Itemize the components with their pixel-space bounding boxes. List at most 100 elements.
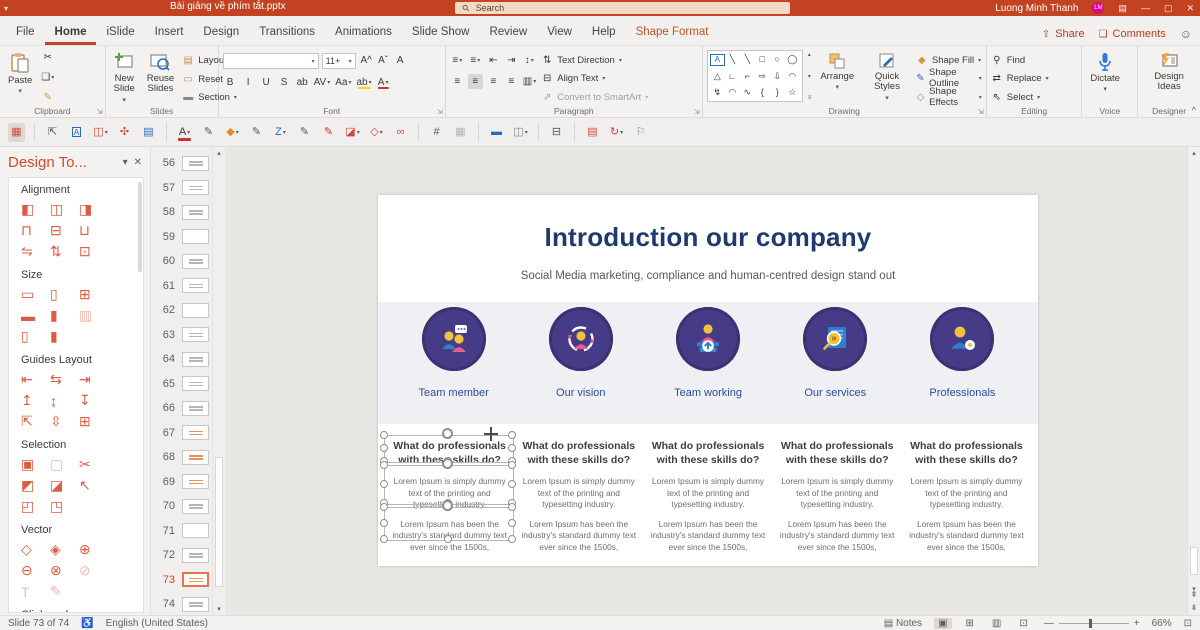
shape-icon[interactable]: A (710, 54, 725, 66)
scroll-up-icon[interactable]: ▴ (1188, 149, 1200, 157)
shape-icon[interactable]: ╲ (740, 54, 755, 66)
clipboard-dialog-launcher-icon[interactable]: ⇲ (97, 108, 103, 116)
thumbnail-slide-65[interactable]: 65 (151, 372, 212, 397)
link-icon[interactable]: ∞ (392, 123, 409, 142)
line-spacing-icon[interactable]: ↕▾ (522, 53, 537, 68)
format-shape-icon[interactable]: ◪▾ (344, 123, 361, 142)
feature-label[interactable]: Team member (418, 387, 488, 399)
panel-tool-icon[interactable]: ▮ (50, 305, 79, 326)
slide-sorter-button[interactable]: ⊞ (962, 618, 978, 629)
text-column-3[interactable]: What do professionals with these skills … (646, 440, 769, 554)
convert-smartart-icon[interactable]: ⇗Convert to SmartArt▾ (541, 90, 648, 105)
panel-tool-icon[interactable]: ⇥ (79, 369, 108, 390)
thumbnail-slide-73[interactable]: 73 (151, 568, 212, 593)
panel-tool-icon[interactable]: ◨ (79, 199, 108, 220)
feature-label[interactable]: Team working (674, 387, 742, 399)
panel-tool-icon[interactable]: ▥ (79, 305, 108, 326)
panel-tool-icon[interactable]: ◪ (50, 475, 79, 496)
thumb-scroll-up-icon[interactable]: ▴ (213, 149, 225, 157)
slide-indicator[interactable]: Slide 73 of 74 (8, 618, 69, 629)
align-card-icon[interactable]: ▬ (488, 123, 505, 142)
panel-tool-icon[interactable]: ▯ (21, 326, 50, 347)
panel-tool-icon[interactable]: ◇ (21, 539, 50, 560)
insert-shape-icon[interactable]: ◫▾ (92, 123, 109, 142)
user-name[interactable]: Luong Minh Thanh (995, 3, 1078, 14)
feedback-smiley-icon[interactable]: ☺ (1180, 27, 1192, 41)
thumbnail-slide-59[interactable]: 59 (151, 225, 212, 250)
feature-label[interactable]: Professionals (929, 387, 995, 399)
shape-icon[interactable]: ◠ (785, 71, 800, 82)
align-center-icon[interactable]: ≡ (468, 74, 483, 89)
insert-picture-icon[interactable]: ▤ (140, 123, 157, 142)
text-box-icon[interactable]: A (68, 123, 85, 142)
shape-effects-icon[interactable]: ◇Shape Effects▾ (916, 89, 982, 105)
tab-help[interactable]: Help (582, 20, 626, 45)
thumbnail-slide-58[interactable]: 58 (151, 200, 212, 225)
search-input[interactable]: ⚲ Search (455, 2, 790, 14)
document-title[interactable]: Bài giảng về phím tắt.pptx (170, 1, 286, 12)
shape-icon[interactable]: ∟ (725, 71, 740, 82)
thumb-scroll-down-icon[interactable]: ▾ (213, 605, 225, 613)
quick-styles-button[interactable]: Quick Styles▾ (862, 50, 912, 105)
notes-button[interactable]: ▤ Notes (884, 618, 922, 629)
find-icon[interactable]: ⚲Find (991, 53, 1049, 68)
reading-view-button[interactable]: ▥ (988, 618, 1005, 629)
thumbnail-slide-74[interactable]: 74 (151, 592, 212, 617)
paste-button[interactable]: Paste▾ (4, 50, 36, 105)
paragraph-dialog-launcher-icon[interactable]: ⇲ (694, 108, 700, 116)
panel-tool-icon[interactable]: ▭ (21, 284, 50, 305)
align-text-icon[interactable]: ⊟Align Text▾ (541, 71, 648, 86)
presenter-icon[interactable]: ⊟ (548, 123, 565, 142)
panel-tool-icon[interactable]: ⊗ (50, 560, 79, 581)
panel-tool-icon[interactable]: ↥ (21, 390, 50, 411)
tab-file[interactable]: File (6, 20, 45, 45)
tab-islide[interactable]: iSlide (96, 20, 144, 45)
cut-button[interactable]: ✂ (40, 50, 55, 65)
normal-view-button[interactable]: ▣ (934, 618, 951, 629)
shapes-gallery[interactable]: A╲╲□○◯△∟⌐⇨⇩◠↯◠∿{}☆ (707, 50, 803, 102)
panel-tool-icon[interactable]: T (21, 581, 50, 602)
panel-tool-icon[interactable]: ⇅ (50, 241, 79, 262)
panel-tool-icon[interactable]: ▣ (21, 454, 50, 475)
panel-tool-icon[interactable]: ⇳ (50, 411, 79, 432)
resize-handle[interactable] (380, 431, 388, 439)
zoom-in-icon[interactable]: + (1134, 618, 1140, 629)
font-color-icon[interactable]: A▾ (176, 123, 193, 142)
panel-tool-icon[interactable]: ⊞ (79, 411, 108, 432)
thumbnail-slide-71[interactable]: 71 (151, 519, 212, 544)
shrink-font-icon[interactable]: Aˇ (376, 54, 391, 69)
tab-insert[interactable]: Insert (145, 20, 194, 45)
shape-icon[interactable]: △ (710, 71, 725, 82)
panel-tool-icon[interactable]: ▮ (50, 326, 79, 347)
panel-tool-icon[interactable]: ⊕ (79, 539, 108, 560)
shape-icon[interactable]: ∿ (740, 87, 755, 98)
thumbnail-slide-62[interactable]: 62 (151, 298, 212, 323)
thumbnail-slide-68[interactable]: 68 (151, 445, 212, 470)
picture-icon[interactable]: ▦ (452, 123, 469, 142)
format-painter-button[interactable]: ✎ (40, 90, 55, 105)
bold-button[interactable]: B (223, 75, 238, 90)
slide-editor[interactable]: Introduction our company Social Media ma… (378, 195, 1038, 566)
refresh-icon[interactable]: ↻▾ (608, 123, 625, 142)
shape-icon[interactable]: □ (755, 54, 770, 66)
shape-icon[interactable]: ◠ (725, 87, 740, 98)
scroll-thumb[interactable] (1190, 547, 1198, 575)
crop-icon[interactable]: # (428, 123, 445, 142)
font-name-combo[interactable]: ▾ (223, 53, 319, 69)
copy-button[interactable]: ❏▾ (40, 70, 55, 85)
panel-tool-icon[interactable]: ◰ (21, 496, 50, 517)
team-member-icon[interactable] (422, 307, 486, 371)
shape-tools-icon[interactable]: ◇▾ (368, 123, 385, 142)
dictate-button[interactable]: Dictate▾ (1086, 50, 1124, 105)
slide-title[interactable]: Introduction our company (378, 222, 1038, 253)
thumbnail-scrollbar[interactable]: ▴ ▾ (212, 147, 225, 615)
shape-icon[interactable]: ╲ (725, 54, 740, 66)
character-spacing-icon[interactable]: AV▾ (313, 75, 332, 90)
justify-icon[interactable]: ≡ (504, 74, 519, 89)
fill-color-icon[interactable]: ◆▾ (224, 123, 241, 142)
text-column-2[interactable]: What do professionals with these skills … (517, 440, 640, 554)
panel-tool-icon[interactable]: ↨ (50, 390, 79, 411)
thumbnail-slide-64[interactable]: 64 (151, 347, 212, 372)
restore-button[interactable]: ▢ (1164, 3, 1173, 14)
design-ideas-button[interactable]: Design Ideas (1142, 50, 1196, 105)
